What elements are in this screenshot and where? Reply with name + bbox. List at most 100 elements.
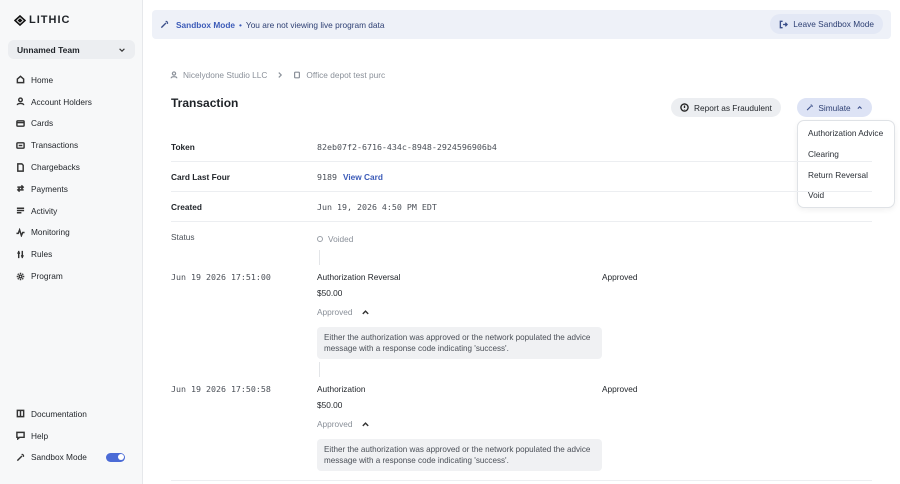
list-icon xyxy=(16,207,25,214)
sidebar-item-label: Rules xyxy=(31,249,53,260)
sidebar-item-label: Activity xyxy=(31,205,58,216)
card-icon xyxy=(16,120,25,127)
sidebar-item-label: Monitoring xyxy=(31,227,70,238)
sidebar-item-documentation[interactable]: Documentation xyxy=(8,403,135,425)
report-fraud-label: Report as Fraudulent xyxy=(694,102,772,113)
event-result: Approved xyxy=(317,419,353,429)
sidebar-item-label: Documentation xyxy=(31,408,87,419)
status-ring-icon xyxy=(317,236,323,242)
exit-icon xyxy=(779,20,789,28)
sidebar-item-label: Home xyxy=(31,74,54,85)
breadcrumb: Nicelydone Studio LLC Office depot test … xyxy=(170,70,385,80)
sidebar-item-label: Sandbox Mode xyxy=(31,452,87,463)
event-status: Approved xyxy=(602,384,638,394)
pulse-icon xyxy=(16,227,25,237)
transactions-icon xyxy=(16,141,25,149)
timeline-line xyxy=(319,250,320,265)
sidebar-item-activity[interactable]: Activity xyxy=(8,200,135,222)
simulate-label: Simulate xyxy=(818,102,851,113)
events-divider xyxy=(171,480,872,481)
simulate-button[interactable]: Simulate xyxy=(797,98,872,117)
chevron-up-icon xyxy=(361,421,369,426)
card-icon xyxy=(294,71,301,79)
status-label: Status xyxy=(171,232,195,242)
sidebar-item-chargebacks[interactable]: Chargebacks xyxy=(8,156,135,178)
book-icon xyxy=(16,410,25,418)
home-icon xyxy=(16,75,25,84)
event-description: Either the authorization was approved or… xyxy=(317,327,602,359)
team-name: Unnamed Team xyxy=(17,44,80,55)
sidebar-item-label: Help xyxy=(31,430,49,441)
created-label: Created xyxy=(171,202,202,212)
event-status: Approved xyxy=(602,272,638,282)
lithic-logo[interactable]: LITHIC xyxy=(14,14,70,26)
leave-sandbox-button[interactable]: Leave Sandbox Mode xyxy=(770,14,883,34)
user-icon xyxy=(16,97,25,106)
chevron-down-icon xyxy=(119,47,125,52)
chevron-up-icon xyxy=(361,309,369,314)
event-result-toggle[interactable]: Approved xyxy=(317,419,370,429)
sidebar-item-label: Payments xyxy=(31,183,68,194)
banner-mode: Sandbox Mode xyxy=(176,19,236,30)
sidebar-item-label: Transactions xyxy=(31,140,79,151)
user-icon xyxy=(170,71,178,79)
created-value: Jun 19, 2026 4:50 PM EDT xyxy=(317,202,437,212)
sidebar-item-label: Chargebacks xyxy=(31,162,80,173)
event-amount: $50.00 xyxy=(317,400,343,410)
banner-message: You are not viewing live program data xyxy=(245,19,385,30)
event-type: Authorization Reversal xyxy=(317,272,401,282)
sidebar-item-transactions[interactable]: Transactions xyxy=(8,134,135,156)
sliders-icon xyxy=(17,250,24,258)
wand-icon xyxy=(160,20,169,29)
event-description: Either the authorization was approved or… xyxy=(317,439,602,471)
event-amount: $50.00 xyxy=(317,288,343,298)
detail-row-token: Token 82eb07f2-6716-434c-8948-2924596906… xyxy=(171,132,872,162)
sidebar: LITHIC Unnamed Team Home Account Holders… xyxy=(0,0,143,484)
document-icon xyxy=(17,162,24,172)
report-fraud-button[interactable]: Report as Fraudulent xyxy=(671,98,781,117)
sidebar-item-account-holders[interactable]: Account Holders xyxy=(8,91,135,113)
detail-row-created: Created Jun 19, 2026 4:50 PM EDT xyxy=(171,192,872,222)
wand-icon xyxy=(16,453,25,462)
event-time: Jun 19 2026 17:50:58 xyxy=(171,384,271,394)
sidebar-item-cards[interactable]: Cards xyxy=(8,113,135,135)
view-card-link[interactable]: View Card xyxy=(343,172,383,182)
status-value: Voided xyxy=(328,234,354,244)
breadcrumb-account[interactable]: Nicelydone Studio LLC xyxy=(183,70,267,80)
detail-row-card: Card Last Four 9189 View Card xyxy=(171,162,872,192)
chat-icon xyxy=(16,431,25,441)
chevron-right-icon xyxy=(278,72,283,78)
sidebar-item-sandbox-mode[interactable]: Sandbox Mode xyxy=(8,447,135,469)
sidebar-item-monitoring[interactable]: Monitoring xyxy=(8,222,135,244)
banner-separator: • xyxy=(239,19,242,30)
sidebar-item-program[interactable]: Program xyxy=(8,265,135,287)
alert-circle-icon xyxy=(680,103,689,112)
arrows-icon xyxy=(16,185,25,193)
breadcrumb-card[interactable]: Office depot test purc xyxy=(306,70,385,80)
logo-text: LITHIC xyxy=(29,14,71,26)
sidebar-nav: Home Account Holders Cards Transactions … xyxy=(8,69,135,287)
sidebar-item-rules[interactable]: Rules xyxy=(8,243,135,265)
token-label: Token xyxy=(171,142,195,152)
sidebar-item-help[interactable]: Help xyxy=(8,425,135,447)
logo-mark-icon xyxy=(14,14,26,26)
event-result: Approved xyxy=(317,307,353,317)
event-time: Jun 19 2026 17:51:00 xyxy=(171,272,271,282)
sidebar-item-payments[interactable]: Payments xyxy=(8,178,135,200)
chevron-up-icon xyxy=(857,105,862,109)
timeline-line xyxy=(319,362,320,377)
leave-sandbox-label: Leave Sandbox Mode xyxy=(793,19,874,29)
page-title: Transaction xyxy=(171,96,239,110)
sidebar-item-home[interactable]: Home xyxy=(8,69,135,91)
token-value: 82eb07f2-6716-434c-8948-2924596906b4 xyxy=(317,142,497,152)
team-selector[interactable]: Unnamed Team xyxy=(8,40,135,59)
card-last-four-value: 9189 View Card xyxy=(317,172,383,182)
sidebar-item-label: Cards xyxy=(31,118,54,129)
event-result-toggle[interactable]: Approved xyxy=(317,307,370,317)
sidebar-item-label: Account Holders xyxy=(31,96,92,107)
card-last-four-number: 9189 xyxy=(317,172,337,182)
card-last-four-label: Card Last Four xyxy=(171,172,231,182)
wand-icon xyxy=(806,104,813,111)
gear-icon xyxy=(16,272,25,280)
sandbox-mode-toggle[interactable] xyxy=(106,452,125,462)
